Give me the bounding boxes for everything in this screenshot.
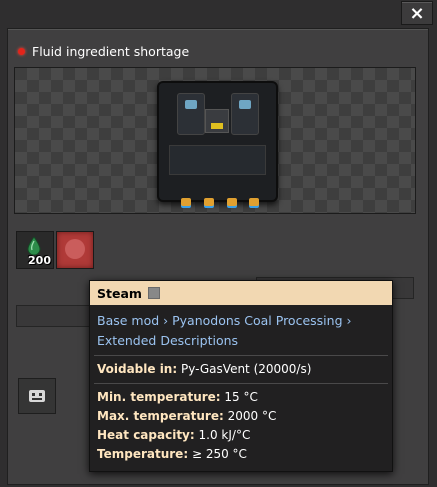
machine-window: × Fluid ingredient shortage 200 Steam Ba… — [0, 0, 437, 487]
circuit-icon — [29, 390, 45, 402]
close-button[interactable]: × — [401, 1, 433, 25]
max-temperature-row: Max. temperature: 2000 °C — [97, 407, 385, 426]
voidable-label: Voidable in: — [97, 362, 178, 376]
tooltip-body: Base mod › Pyanodons Coal Processing › E… — [90, 305, 392, 471]
machine-tank-right — [231, 93, 259, 135]
fluid-color-swatch-icon — [147, 287, 160, 299]
settings-button[interactable] — [18, 378, 56, 414]
close-icon: × — [409, 2, 425, 24]
tooltip-title: Steam — [97, 285, 142, 301]
min-temperature-row: Min. temperature: 15 °C — [97, 388, 385, 407]
machine-port — [249, 198, 259, 206]
temperature-label: Temperature: — [97, 447, 189, 461]
machine-port — [227, 198, 237, 206]
machine-port — [181, 198, 191, 206]
ingredient-slot-missing[interactable] — [56, 231, 94, 269]
machine-tank-left — [177, 93, 205, 135]
machine-port — [204, 198, 214, 206]
tooltip-description: Base mod › Pyanodons Coal Processing › E… — [97, 313, 352, 348]
fluid-drop-icon — [27, 237, 41, 255]
machine-base — [169, 145, 266, 175]
ingredient-slot-fluid[interactable]: 200 — [16, 231, 54, 269]
tooltip-header: Steam — [90, 281, 392, 305]
max-temperature-label: Max. temperature: — [97, 409, 224, 423]
max-temperature-value: 2000 °C — [227, 409, 277, 423]
fluid-tooltip: Steam Base mod › Pyanodons Coal Processi… — [89, 280, 393, 472]
heat-capacity-label: Heat capacity: — [97, 428, 195, 442]
progress-bar — [16, 305, 98, 327]
min-temperature-value: 15 °C — [224, 390, 258, 404]
status-indicator-icon — [18, 47, 25, 55]
status-text: Fluid ingredient shortage — [32, 43, 190, 59]
entity-preview[interactable] — [14, 67, 416, 214]
heat-capacity-value: 1.0 kJ/°C — [198, 428, 251, 442]
min-temperature-label: Min. temperature: — [97, 390, 221, 404]
tooltip-divider — [94, 355, 388, 356]
voidable-value: Py-GasVent (20000/s) — [180, 362, 312, 376]
temperature-value: ≥ 250 °C — [191, 447, 247, 461]
ingredient-count: 200 — [28, 254, 51, 267]
temperature-row: Temperature: ≥ 250 °C — [97, 445, 385, 464]
machine-core — [205, 109, 229, 133]
machine-icon — [157, 81, 278, 206]
missing-ingredient-icon — [65, 239, 85, 259]
voidable-row: Voidable in: Py-GasVent (20000/s) — [97, 360, 385, 379]
status-row: Fluid ingredient shortage — [18, 41, 189, 61]
tooltip-divider — [94, 383, 388, 384]
heat-capacity-row: Heat capacity: 1.0 kJ/°C — [97, 426, 385, 445]
